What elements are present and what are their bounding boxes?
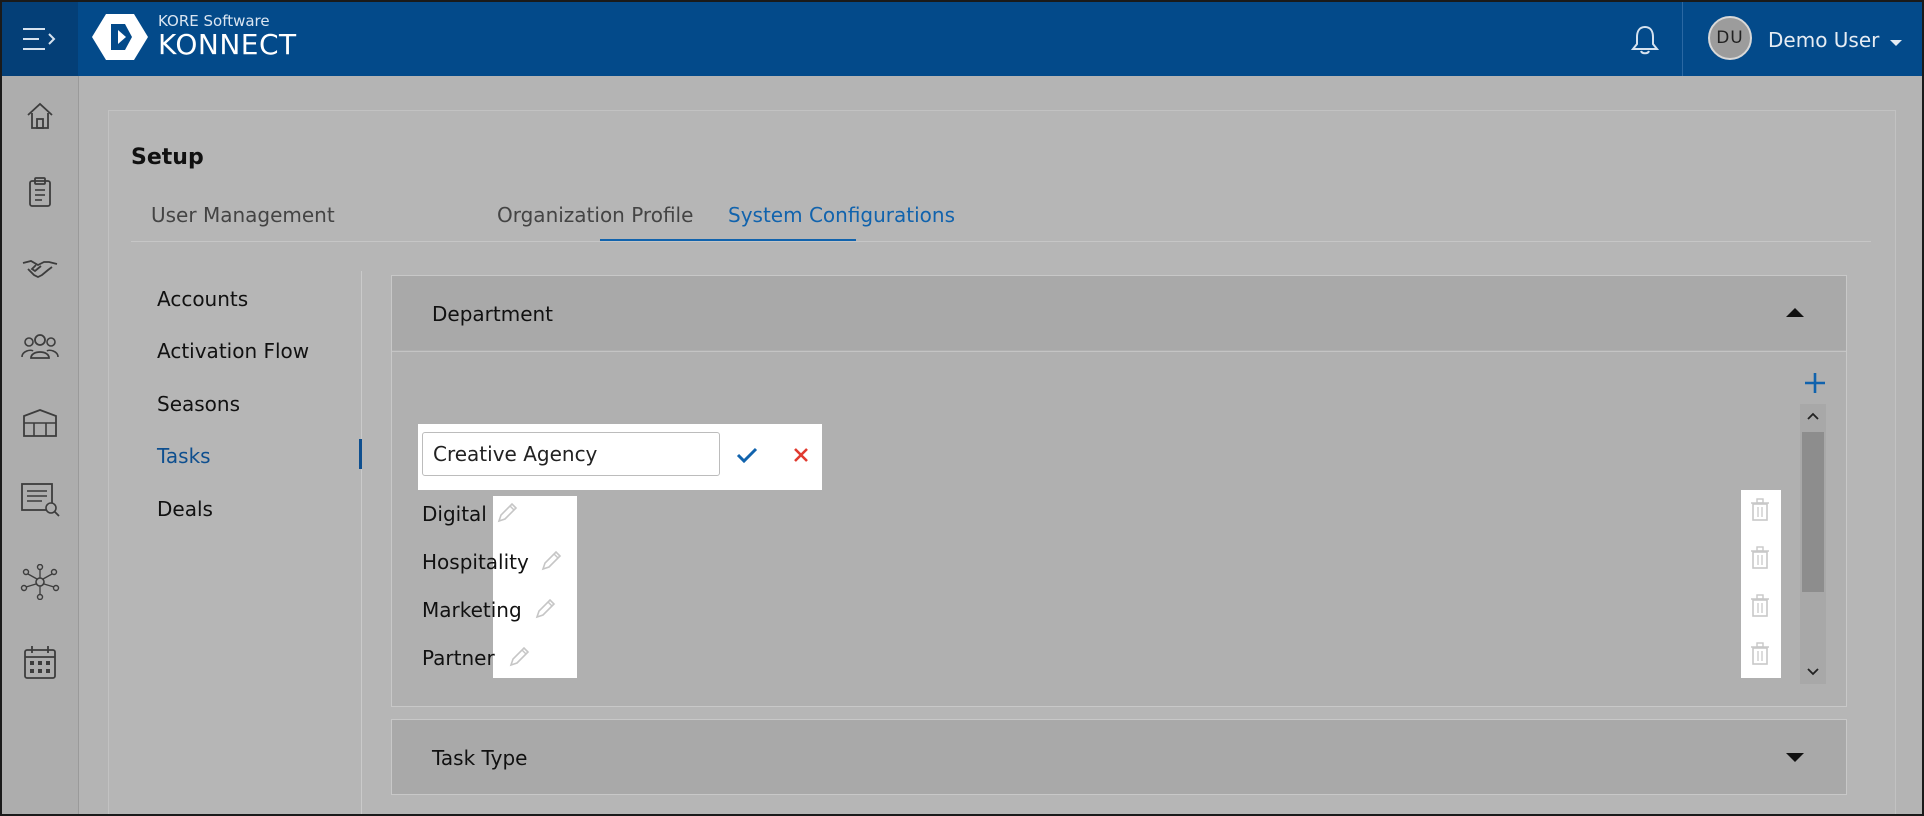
pencil-icon[interactable] bbox=[496, 502, 518, 524]
rail-network[interactable] bbox=[20, 562, 60, 602]
close-icon bbox=[794, 448, 808, 462]
setup-card: Setup User Management Organization Profi… bbox=[108, 110, 1896, 814]
user-separator bbox=[1682, 2, 1683, 76]
menu-expand-icon bbox=[23, 28, 56, 50]
report-search-icon bbox=[21, 483, 60, 517]
department-item-digital: Digital bbox=[422, 502, 487, 526]
delete-icons-column bbox=[1741, 490, 1781, 678]
tab-system-configurations[interactable]: System Configurations bbox=[728, 203, 955, 227]
scroll-thumb[interactable] bbox=[1802, 432, 1824, 592]
handshake-icon bbox=[22, 260, 58, 279]
tab-user-management[interactable]: User Management bbox=[151, 203, 335, 227]
department-item-marketing: Marketing bbox=[422, 598, 522, 622]
scroll-up-icon[interactable] bbox=[1807, 412, 1819, 420]
confirm-button[interactable] bbox=[734, 442, 760, 468]
bell-icon bbox=[1630, 25, 1660, 55]
plus-icon bbox=[1805, 373, 1825, 393]
collapse-caret-icon[interactable] bbox=[1786, 308, 1804, 317]
task-type-accordion-header[interactable]: Task Type bbox=[392, 720, 1846, 794]
tab-organization-profile[interactable]: Organization Profile bbox=[497, 203, 693, 227]
pencil-icon[interactable] bbox=[540, 550, 562, 572]
department-list-scrollbar[interactable] bbox=[1800, 404, 1826, 684]
department-item-partner: Partner bbox=[422, 646, 495, 670]
people-icon bbox=[21, 334, 59, 359]
task-type-title: Task Type bbox=[432, 746, 528, 770]
scroll-down-icon[interactable] bbox=[1807, 668, 1819, 676]
pencil-icon[interactable] bbox=[534, 598, 556, 620]
app-frame: KORE Software KONNECT DU Demo User Setup… bbox=[0, 0, 1924, 816]
pencil-icon[interactable] bbox=[508, 646, 530, 668]
rail-deals[interactable] bbox=[20, 248, 60, 288]
network-icon bbox=[20, 564, 60, 600]
clipboard-icon bbox=[29, 177, 51, 207]
rail-home[interactable] bbox=[20, 96, 60, 136]
active-tab-indicator bbox=[600, 239, 856, 241]
trash-icon[interactable] bbox=[1749, 498, 1771, 522]
sidenav-item-accounts[interactable]: Accounts bbox=[157, 287, 248, 311]
task-type-accordion: Task Type bbox=[391, 719, 1847, 795]
department-title: Department bbox=[432, 302, 554, 326]
trash-icon[interactable] bbox=[1749, 546, 1771, 570]
kore-logo bbox=[92, 14, 148, 60]
sidenav-item-tasks[interactable]: Tasks bbox=[157, 444, 211, 468]
department-name-input[interactable] bbox=[422, 432, 720, 476]
page-title: Setup bbox=[131, 145, 204, 170]
left-rail bbox=[2, 76, 79, 814]
venue-icon bbox=[23, 409, 57, 437]
rail-tasks[interactable] bbox=[20, 172, 60, 212]
user-name[interactable]: Demo User bbox=[1768, 28, 1879, 52]
department-edit-row bbox=[418, 424, 822, 490]
check-icon bbox=[736, 447, 758, 464]
sidenav-item-activation-flow[interactable]: Activation Flow bbox=[157, 339, 309, 363]
user-menu-caret-icon[interactable] bbox=[1890, 40, 1902, 46]
brand-product: KONNECT bbox=[158, 28, 297, 61]
cancel-button[interactable] bbox=[788, 442, 814, 468]
add-department-button[interactable] bbox=[1804, 370, 1826, 400]
tab-bar: User Management Organization Profile Sys… bbox=[131, 195, 1871, 242]
trash-icon[interactable] bbox=[1749, 594, 1771, 618]
department-body: Digital Hospitality Marketing Partner bbox=[392, 351, 1846, 708]
rail-calendar[interactable] bbox=[20, 642, 60, 682]
home-icon bbox=[27, 102, 53, 129]
brand-company: KORE Software bbox=[158, 12, 270, 30]
trash-icon[interactable] bbox=[1749, 642, 1771, 666]
department-accordion-header[interactable]: Department bbox=[392, 276, 1846, 350]
department-accordion: Department Creative Agency Digital Hospi… bbox=[391, 275, 1847, 707]
config-sidenav: Accounts Activation Flow Seasons Tasks D… bbox=[131, 271, 362, 814]
department-item-hospitality: Hospitality bbox=[422, 550, 529, 574]
brand[interactable]: KORE Software KONNECT bbox=[92, 12, 297, 62]
top-bar: KORE Software KONNECT DU Demo User bbox=[2, 2, 1922, 76]
expand-caret-icon[interactable] bbox=[1786, 753, 1804, 762]
sidenav-item-seasons[interactable]: Seasons bbox=[157, 392, 240, 416]
menu-toggle-button[interactable] bbox=[2, 2, 78, 76]
rail-venues[interactable] bbox=[20, 402, 60, 442]
calendar-icon bbox=[24, 646, 56, 679]
rail-reports[interactable] bbox=[20, 480, 60, 520]
avatar[interactable]: DU bbox=[1708, 16, 1752, 60]
rail-contacts[interactable] bbox=[20, 326, 60, 366]
sidenav-item-deals[interactable]: Deals bbox=[157, 497, 213, 521]
sidenav-active-marker bbox=[359, 439, 362, 469]
notifications-button[interactable] bbox=[1630, 24, 1660, 60]
